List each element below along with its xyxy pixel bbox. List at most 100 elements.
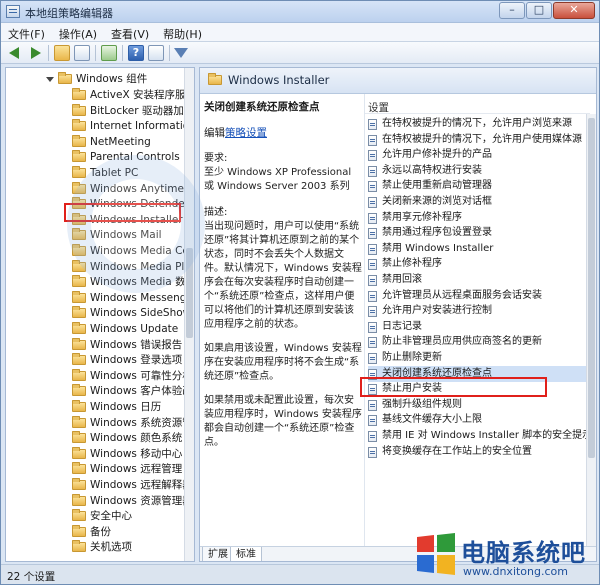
policy-setting-icon: [368, 446, 377, 458]
setting-row[interactable]: 禁止修补程序: [368, 256, 593, 272]
menu-action[interactable]: 操作(A): [52, 23, 104, 41]
setting-row[interactable]: 在特权被提升的情况下，允许用户浏览来源: [368, 116, 593, 132]
filter-icon[interactable]: [173, 45, 189, 61]
tree-item[interactable]: BitLocker 驱动器加密: [6, 103, 194, 119]
tree-item[interactable]: NetMeeting: [6, 134, 194, 150]
setting-row[interactable]: 禁用回滚: [368, 272, 593, 288]
tree-item[interactable]: Windows 错误报告: [6, 337, 194, 353]
tree-item[interactable]: Windows 资源管理器: [6, 493, 194, 509]
policy-setting-icon: [368, 259, 377, 271]
tree-item[interactable]: Windows 日历: [6, 399, 194, 415]
show-tree-icon[interactable]: [74, 45, 90, 61]
policy-setting-icon: [368, 165, 377, 177]
description-label: 描述:: [204, 207, 228, 218]
setting-row[interactable]: 防止删除更新: [368, 350, 593, 366]
setting-row[interactable]: 允许用户对安装进行控制: [368, 303, 593, 319]
tree-item[interactable]: Windows 可靠性分析: [6, 368, 194, 384]
tree-item[interactable]: 安全中心: [6, 508, 194, 524]
export-list-icon[interactable]: [101, 45, 117, 61]
setting-row[interactable]: 将变换缓存在工作站上的安全位置: [368, 444, 593, 460]
settings-scrollbar[interactable]: [586, 114, 596, 546]
setting-row[interactable]: 允许管理员从远程桌面服务会话安装: [368, 288, 593, 304]
setting-row[interactable]: 基线文件缓存大小上限: [368, 412, 593, 428]
policy-setting-icon: [368, 212, 377, 224]
details-title: Windows Installer: [228, 73, 330, 87]
description-title: 关闭创建系统还原检查点: [204, 101, 320, 113]
tree-item[interactable]: Windows 系统资源管理: [6, 415, 194, 431]
window-controls: – □ ✕: [499, 2, 595, 19]
folder-icon: [72, 400, 86, 412]
tree-item[interactable]: Windows 移动中心: [6, 446, 194, 462]
help-icon[interactable]: ?: [128, 45, 144, 61]
folder-icon: [72, 306, 86, 319]
tree-node-windows-components[interactable]: Windows 组件: [6, 71, 194, 87]
tree-item[interactable]: 备份: [6, 524, 194, 540]
policy-setting-icon: [368, 353, 377, 364]
close-button[interactable]: ✕: [553, 2, 595, 19]
back-arrow-icon[interactable]: [7, 45, 23, 61]
watermark-faint-logo: [67, 155, 205, 293]
tree-scrollbar[interactable]: [184, 68, 194, 561]
tree-item[interactable]: Internet Information: [6, 118, 195, 134]
folder-icon: [72, 431, 86, 444]
setting-label: 禁用 Windows Installer: [382, 242, 494, 254]
setting-row[interactable]: 允许用户修补提升的产品: [368, 147, 593, 163]
setting-row[interactable]: 日志记录: [368, 319, 593, 335]
menu-view[interactable]: 查看(V): [104, 23, 156, 41]
tree-item[interactable]: Windows 客户体验改: [6, 383, 194, 399]
setting-row[interactable]: 禁止使用重新启动管理器: [368, 178, 593, 194]
folder-icon: [72, 462, 86, 475]
tree-item[interactable]: Windows 登录选项: [6, 352, 194, 368]
tree-item[interactable]: Windows SideShow: [6, 305, 194, 321]
tab-standard[interactable]: 标准: [230, 547, 262, 561]
tree-item-label: 安全中心: [90, 510, 132, 523]
expand-triangle-icon[interactable]: [46, 77, 54, 82]
edit-policy-link[interactable]: 策略设置: [225, 127, 267, 139]
setting-row[interactable]: 禁用 Windows Installer: [368, 241, 593, 257]
tree-item[interactable]: ActiveX 安装程序服务: [6, 87, 194, 103]
tree-pane[interactable]: Windows 组件 ActiveX 安装程序服务 BitLocker 驱动器加密 I…: [5, 67, 195, 562]
tree-item[interactable]: 关机选项: [6, 539, 194, 555]
setting-row[interactable]: 禁用 IE 对 Windows Installer 脚本的安全提示: [368, 428, 593, 444]
tree-item-label: Internet Information: [90, 120, 195, 133]
tree-item[interactable]: Windows 颜色系统: [6, 430, 194, 446]
setting-row[interactable]: 在特权被提升的情况下，允许用户使用媒体源: [368, 132, 593, 148]
folder-icon: [72, 103, 86, 116]
tree-item[interactable]: Windows 远程管理 (V: [6, 461, 194, 477]
properties-icon[interactable]: [148, 45, 164, 61]
setting-row[interactable]: 永远以高特权进行安装: [368, 163, 593, 179]
tree-item-label: Windows 可靠性分析: [90, 369, 193, 382]
policy-setting-icon: [368, 150, 377, 162]
minimize-button[interactable]: –: [499, 2, 525, 19]
forward-arrow-icon[interactable]: [27, 45, 43, 61]
pane-divider: [364, 94, 365, 546]
setting-row[interactable]: 禁用通过程序包设置登录: [368, 225, 593, 241]
setting-row[interactable]: 关闭新来源的浏览对话框: [368, 194, 593, 210]
menu-help[interactable]: 帮助(H): [156, 23, 209, 41]
setting-row[interactable]: 强制升级组件规则: [368, 397, 593, 413]
tree-item[interactable]: Windows 远程解释器: [6, 477, 194, 493]
description-text-3: 如果禁用或未配置此设置，每次安装应用程序时，Windows 安装程序都会自动创建…: [204, 395, 362, 448]
title-bar[interactable]: 本地组策略编辑器 – □ ✕: [1, 1, 599, 23]
settings-scroll-thumb[interactable]: [588, 118, 595, 458]
policy-setting-icon: [368, 321, 377, 333]
tree-item-label: Windows 远程解释器: [90, 479, 193, 491]
folder-icon: [72, 478, 86, 490]
description-panel: 关闭创建系统还原检查点 编辑策略设置 要求: 至少 Windows XP Pro…: [204, 100, 362, 450]
tree-item-label: Windows 登录选项: [90, 354, 183, 367]
setting-row[interactable]: 禁用享元修补程序: [368, 210, 593, 226]
tree-item[interactable]: Windows Update: [6, 321, 194, 337]
requirement-label: 要求:: [204, 153, 228, 164]
tree-item-label: Windows 移动中心: [90, 447, 183, 460]
watermark-windows-logo-icon: [417, 533, 455, 575]
policy-setting-icon: [368, 134, 377, 146]
setting-label: 禁用回滚: [382, 274, 422, 285]
maximize-button[interactable]: □: [526, 2, 552, 19]
up-folder-icon[interactable]: [54, 45, 70, 61]
policy-setting-icon: [368, 290, 377, 302]
setting-row[interactable]: 防止非管理员应用供应商签名的更新: [368, 334, 593, 350]
policy-setting-icon: [368, 228, 377, 240]
settings-header-line: [365, 113, 590, 114]
menu-file[interactable]: 文件(F): [1, 23, 52, 41]
policy-setting-icon: [368, 243, 377, 255]
